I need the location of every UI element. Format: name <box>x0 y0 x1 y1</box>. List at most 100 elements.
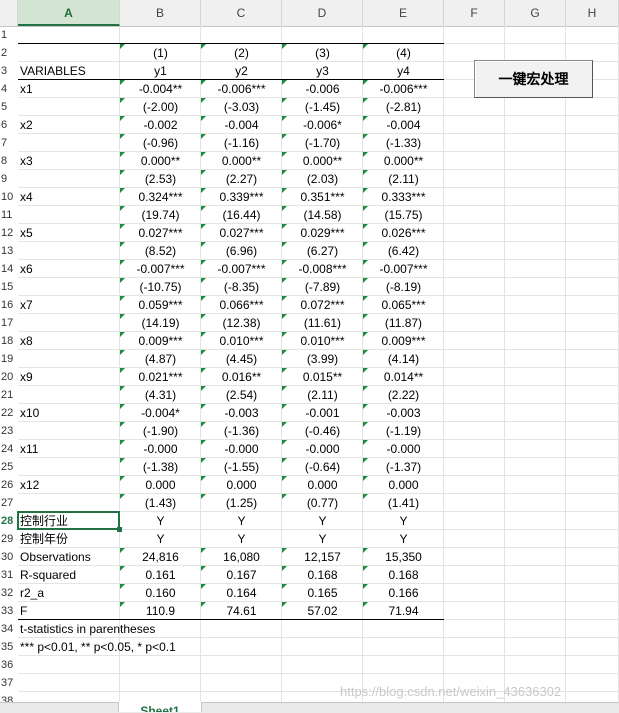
cell-c10[interactable]: 0.339*** <box>201 188 282 206</box>
cell-d31[interactable]: 0.168 <box>282 566 363 584</box>
cell-d29[interactable]: Y <box>282 530 363 548</box>
cell-b2[interactable]: (1) <box>120 44 201 62</box>
cell-d30[interactable]: 12,157 <box>282 548 363 566</box>
cell-b32[interactable]: 0.160 <box>120 584 201 602</box>
cell-e32[interactable]: 0.166 <box>363 584 444 602</box>
cell-d2[interactable]: (3) <box>282 44 363 62</box>
cell-d3[interactable]: y3 <box>282 62 363 80</box>
cell-e30[interactable]: 15,350 <box>363 548 444 566</box>
cell-c12[interactable]: 0.027*** <box>201 224 282 242</box>
cell-c9[interactable]: (2.27) <box>201 170 282 188</box>
cell-e11[interactable]: (15.75) <box>363 206 444 224</box>
cell-d21[interactable]: (2.11) <box>282 386 363 404</box>
cell-c11[interactable]: (16.44) <box>201 206 282 224</box>
column-header-d[interactable]: D <box>282 0 363 26</box>
row-header-18[interactable]: 18 <box>0 332 18 350</box>
cell-c2[interactable]: (2) <box>201 44 282 62</box>
cell-b14[interactable]: -0.007*** <box>120 260 201 278</box>
cell-b16[interactable]: 0.059*** <box>120 296 201 314</box>
cell-a8[interactable]: x3 <box>18 152 120 170</box>
cell-c4[interactable]: -0.006*** <box>201 80 282 98</box>
cell-a6[interactable]: x2 <box>18 116 120 134</box>
cell-b12[interactable]: 0.027*** <box>120 224 201 242</box>
row-header-30[interactable]: 30 <box>0 548 18 566</box>
cell-c20[interactable]: 0.016** <box>201 368 282 386</box>
cell-c7[interactable]: (-1.16) <box>201 134 282 152</box>
row-header-12[interactable]: 12 <box>0 224 18 242</box>
cell-b5[interactable]: (-2.00) <box>120 98 201 116</box>
cell-e8[interactable]: 0.000** <box>363 152 444 170</box>
cell-d12[interactable]: 0.029*** <box>282 224 363 242</box>
cell-c25[interactable]: (-1.55) <box>201 458 282 476</box>
cell-d6[interactable]: -0.006* <box>282 116 363 134</box>
cell-e10[interactable]: 0.333*** <box>363 188 444 206</box>
row-header-35[interactable]: 35 <box>0 638 18 656</box>
spreadsheet-grid[interactable]: (1) (2) (3) (4) VARIABLES y1 y2 y3 y4 x1 -0.004** -… <box>17 26 619 710</box>
cell-d7[interactable]: (-1.70) <box>282 134 363 152</box>
cell-e17[interactable]: (11.87) <box>363 314 444 332</box>
cell-d4[interactable]: -0.006 <box>282 80 363 98</box>
cell-d15[interactable]: (-7.89) <box>282 278 363 296</box>
cell-c28[interactable]: Y <box>201 512 282 530</box>
cell-b8[interactable]: 0.000** <box>120 152 201 170</box>
cell-c26[interactable]: 0.000 <box>201 476 282 494</box>
cell-b33[interactable]: 110.9 <box>120 602 201 620</box>
cell-e7[interactable]: (-1.33) <box>363 134 444 152</box>
row-header-21[interactable]: 21 <box>0 386 18 404</box>
cell-b18[interactable]: 0.009*** <box>120 332 201 350</box>
row-header-27[interactable]: 27 <box>0 494 18 512</box>
cell-d13[interactable]: (6.27) <box>282 242 363 260</box>
row-header-4[interactable]: 4 <box>0 80 18 98</box>
cell-e21[interactable]: (2.22) <box>363 386 444 404</box>
row-header-14[interactable]: 14 <box>0 260 18 278</box>
cell-e23[interactable]: (-1.19) <box>363 422 444 440</box>
cell-c30[interactable]: 16,080 <box>201 548 282 566</box>
row-header-33[interactable]: 33 <box>0 602 18 620</box>
cell-e25[interactable]: (-1.37) <box>363 458 444 476</box>
cell-e6[interactable]: -0.004 <box>363 116 444 134</box>
cell-e26[interactable]: 0.000 <box>363 476 444 494</box>
row-header-9[interactable]: 9 <box>0 170 18 188</box>
row-header-29[interactable]: 29 <box>0 530 18 548</box>
row-header-7[interactable]: 7 <box>0 134 18 152</box>
cell-b19[interactable]: (4.87) <box>120 350 201 368</box>
column-header-a[interactable]: A <box>18 0 120 26</box>
cell-a20[interactable]: x9 <box>18 368 120 386</box>
row-header-31[interactable]: 31 <box>0 566 18 584</box>
cell-e4[interactable]: -0.006*** <box>363 80 444 98</box>
cell-b13[interactable]: (8.52) <box>120 242 201 260</box>
cell-e14[interactable]: -0.007*** <box>363 260 444 278</box>
cell-e22[interactable]: -0.003 <box>363 404 444 422</box>
cell-a3[interactable]: VARIABLES <box>18 62 120 80</box>
row-header-15[interactable]: 15 <box>0 278 18 296</box>
cell-d26[interactable]: 0.000 <box>282 476 363 494</box>
cell-c14[interactable]: -0.007*** <box>201 260 282 278</box>
row-header-3[interactable]: 3 <box>0 62 18 80</box>
column-header-h[interactable]: H <box>566 0 619 26</box>
row-header-20[interactable]: 20 <box>0 368 18 386</box>
cell-d10[interactable]: 0.351*** <box>282 188 363 206</box>
cell-c22[interactable]: -0.003 <box>201 404 282 422</box>
cell-c6[interactable]: -0.004 <box>201 116 282 134</box>
cell-b7[interactable]: (-0.96) <box>120 134 201 152</box>
cell-b22[interactable]: -0.004* <box>120 404 201 422</box>
cell-e33[interactable]: 71.94 <box>363 602 444 620</box>
cell-b23[interactable]: (-1.90) <box>120 422 201 440</box>
cell-c13[interactable]: (6.96) <box>201 242 282 260</box>
cell-a29[interactable]: 控制年份 <box>18 530 120 548</box>
row-header-24[interactable]: 24 <box>0 440 18 458</box>
cell-a33[interactable]: F <box>18 602 120 620</box>
cell-d25[interactable]: (-0.64) <box>282 458 363 476</box>
cell-e16[interactable]: 0.065*** <box>363 296 444 314</box>
cell-e18[interactable]: 0.009*** <box>363 332 444 350</box>
row-header-6[interactable]: 6 <box>0 116 18 134</box>
cell-a30[interactable]: Observations <box>18 548 120 566</box>
cell-c8[interactable]: 0.000** <box>201 152 282 170</box>
cell-c31[interactable]: 0.167 <box>201 566 282 584</box>
cell-a18[interactable]: x8 <box>18 332 120 350</box>
cell-a24[interactable]: x11 <box>18 440 120 458</box>
cell-c19[interactable]: (4.45) <box>201 350 282 368</box>
cell-c5[interactable]: (-3.03) <box>201 98 282 116</box>
cell-d16[interactable]: 0.072*** <box>282 296 363 314</box>
sheet-tab[interactable]: Sheet1 <box>118 702 202 712</box>
